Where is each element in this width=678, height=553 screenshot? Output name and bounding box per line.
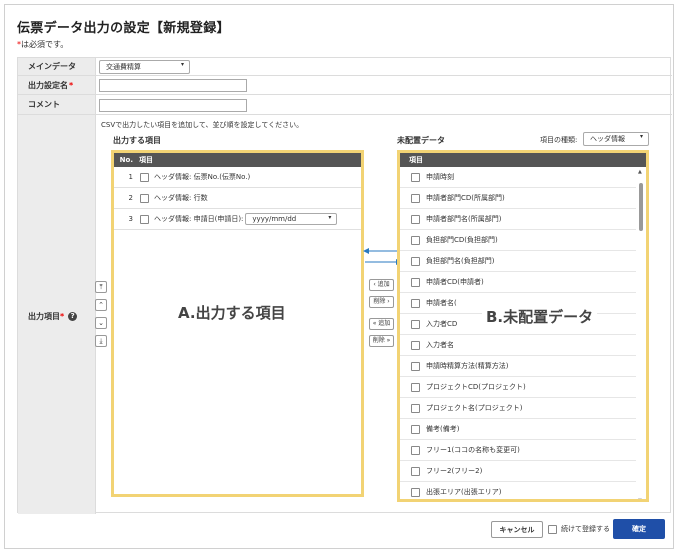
item-checkbox[interactable] [411, 172, 420, 182]
name-label: 出力設定名 * [18, 76, 96, 94]
item-checkbox[interactable] [411, 214, 420, 224]
comment-label: コメント [18, 95, 96, 114]
item-checkbox[interactable] [411, 445, 420, 455]
list-item[interactable]: 入力者名 [400, 335, 636, 356]
list-item[interactable]: 申請者CD(申請者) [400, 272, 636, 293]
confirm-button[interactable]: 確定 [613, 519, 665, 539]
col-item: 項目 [409, 156, 423, 164]
item-checkbox[interactable] [411, 235, 420, 245]
remove-button[interactable]: 削除 › [369, 296, 394, 308]
output-label: 出力項目 [28, 312, 60, 321]
move-down-button[interactable]: ⌄ [95, 317, 107, 329]
description-text: CSVで出力したい項目を追加して、並び順を設定してください。 [101, 121, 304, 129]
list-item[interactable]: 申請時刻 [400, 167, 636, 188]
table-row[interactable]: 1 ヘッダ情報: 伝票No.(伝票No.) [114, 167, 361, 188]
add-all-button[interactable]: « 追加 [369, 318, 394, 330]
continue-checkbox[interactable] [548, 524, 557, 534]
list-item[interactable]: プロジェクト名(プロジェクト) [400, 398, 636, 419]
continue-label: 続けて登録する [561, 525, 610, 533]
comment-input[interactable] [99, 99, 247, 112]
main-data-value: 交通費精算 [106, 63, 141, 71]
main-data-label: メインデータ [18, 58, 96, 75]
item-checkbox[interactable] [411, 298, 420, 308]
list-item[interactable]: 申請者部門CD(所属部門) [400, 188, 636, 209]
item-checkbox[interactable] [411, 424, 420, 434]
output-items-panel: No. 項目 1 ヘッダ情報: 伝票No.(伝票No.) 2 ヘッダ情報: 行数… [111, 150, 364, 497]
list-item[interactable]: プロジェクトCD(プロジェクト) [400, 377, 636, 398]
required-note: *は必須です。 [17, 39, 68, 50]
move-bottom-button[interactable]: ⤓ [95, 335, 107, 347]
item-checkbox[interactable] [411, 403, 420, 413]
item-checkbox[interactable] [411, 487, 420, 497]
comment-row: コメント [18, 95, 672, 115]
table-row[interactable]: 3 ヘッダ情報: 申請日(申請日): yyyy/mm/dd ▾ [114, 209, 361, 230]
scrollbar-thumb[interactable] [639, 183, 643, 231]
item-checkbox[interactable] [411, 466, 420, 476]
cancel-button[interactable]: キャンセル [491, 521, 543, 538]
row-checkbox[interactable] [140, 214, 149, 224]
dropdown-caret-icon: ▾ [180, 61, 184, 68]
item-checkbox[interactable] [411, 319, 420, 329]
annotation-a: A.出力する項目 [178, 304, 286, 322]
dropdown-caret-icon: ▾ [328, 214, 332, 221]
item-checkbox[interactable] [411, 256, 420, 266]
item-type-select[interactable]: ヘッダ情報 ▾ [583, 132, 649, 146]
scroll-up-icon[interactable]: ▲ [638, 169, 642, 175]
item-checkbox[interactable] [411, 340, 420, 350]
unplaced-data-panel: 項目 申請時刻 申請者部門CD(所属部門) 申請者部門名(所属部門) 負担部門C… [397, 150, 649, 502]
main-data-row: メインデータ 交通費精算 ▾ [18, 58, 672, 76]
row-checkbox[interactable] [140, 172, 149, 182]
continue-register-option[interactable]: 続けて登録する [548, 524, 610, 534]
move-top-button[interactable]: ⤒ [95, 281, 107, 293]
name-input[interactable] [99, 79, 247, 92]
item-checkbox[interactable] [411, 193, 420, 203]
list-item[interactable]: フリー2(フリー2) [400, 461, 636, 482]
item-checkbox[interactable] [411, 361, 420, 371]
add-button[interactable]: ‹ 追加 [369, 279, 394, 291]
item-type-value: ヘッダ情報 [590, 135, 625, 143]
move-up-button[interactable]: ⌃ [95, 299, 107, 311]
item-checkbox[interactable] [411, 277, 420, 287]
output-items-heading: 出力する項目 [113, 136, 161, 145]
list-item[interactable]: 負担部門名(負担部門) [400, 251, 636, 272]
row-checkbox[interactable] [140, 193, 149, 203]
list-item[interactable]: 負担部門CD(負担部門) [400, 230, 636, 251]
remove-all-button[interactable]: 削除 » [369, 335, 394, 347]
col-no: No. [119, 156, 133, 164]
scrollbar[interactable]: ▲ ▼ [638, 167, 644, 499]
required-note-text: は必須です。 [21, 40, 69, 49]
annotation-b: B.未配置データ [482, 306, 598, 327]
item-checkbox[interactable] [411, 382, 420, 392]
help-icon[interactable]: ? [68, 312, 78, 321]
page-title: 伝票データ出力の設定【新規登録】 [17, 21, 230, 36]
list-item[interactable]: フリー1(ココの名称も変更可) [400, 440, 636, 461]
output-label-cell: 出力項目 *? [18, 115, 96, 514]
table-row[interactable]: 2 ヘッダ情報: 行数 [114, 188, 361, 209]
list-item[interactable]: 出張エリア(出張エリア) [400, 482, 636, 499]
main-data-select[interactable]: 交通費精算 ▾ [99, 60, 190, 74]
list-item[interactable]: 申請者部門名(所属部門) [400, 209, 636, 230]
output-table-header: No. 項目 [114, 153, 361, 167]
unplaced-data-heading: 未配置データ [397, 136, 445, 145]
dropdown-caret-icon: ▾ [639, 133, 643, 140]
list-item[interactable]: 申請時精算方法(精算方法) [400, 356, 636, 377]
list-item[interactable]: 備考(備考) [400, 419, 636, 440]
unplaced-table-header: 項目 [400, 153, 646, 167]
dialog-frame: 伝票データ出力の設定【新規登録】 *は必須です。 メインデータ 交通費精算 ▾ … [4, 4, 674, 549]
item-type-label: 項目の種類: [540, 136, 578, 144]
col-item: 項目 [139, 156, 153, 164]
scroll-down-icon[interactable]: ▼ [638, 498, 642, 499]
name-row: 出力設定名 * [18, 76, 672, 95]
date-format-select[interactable]: yyyy/mm/dd ▾ [245, 213, 338, 225]
